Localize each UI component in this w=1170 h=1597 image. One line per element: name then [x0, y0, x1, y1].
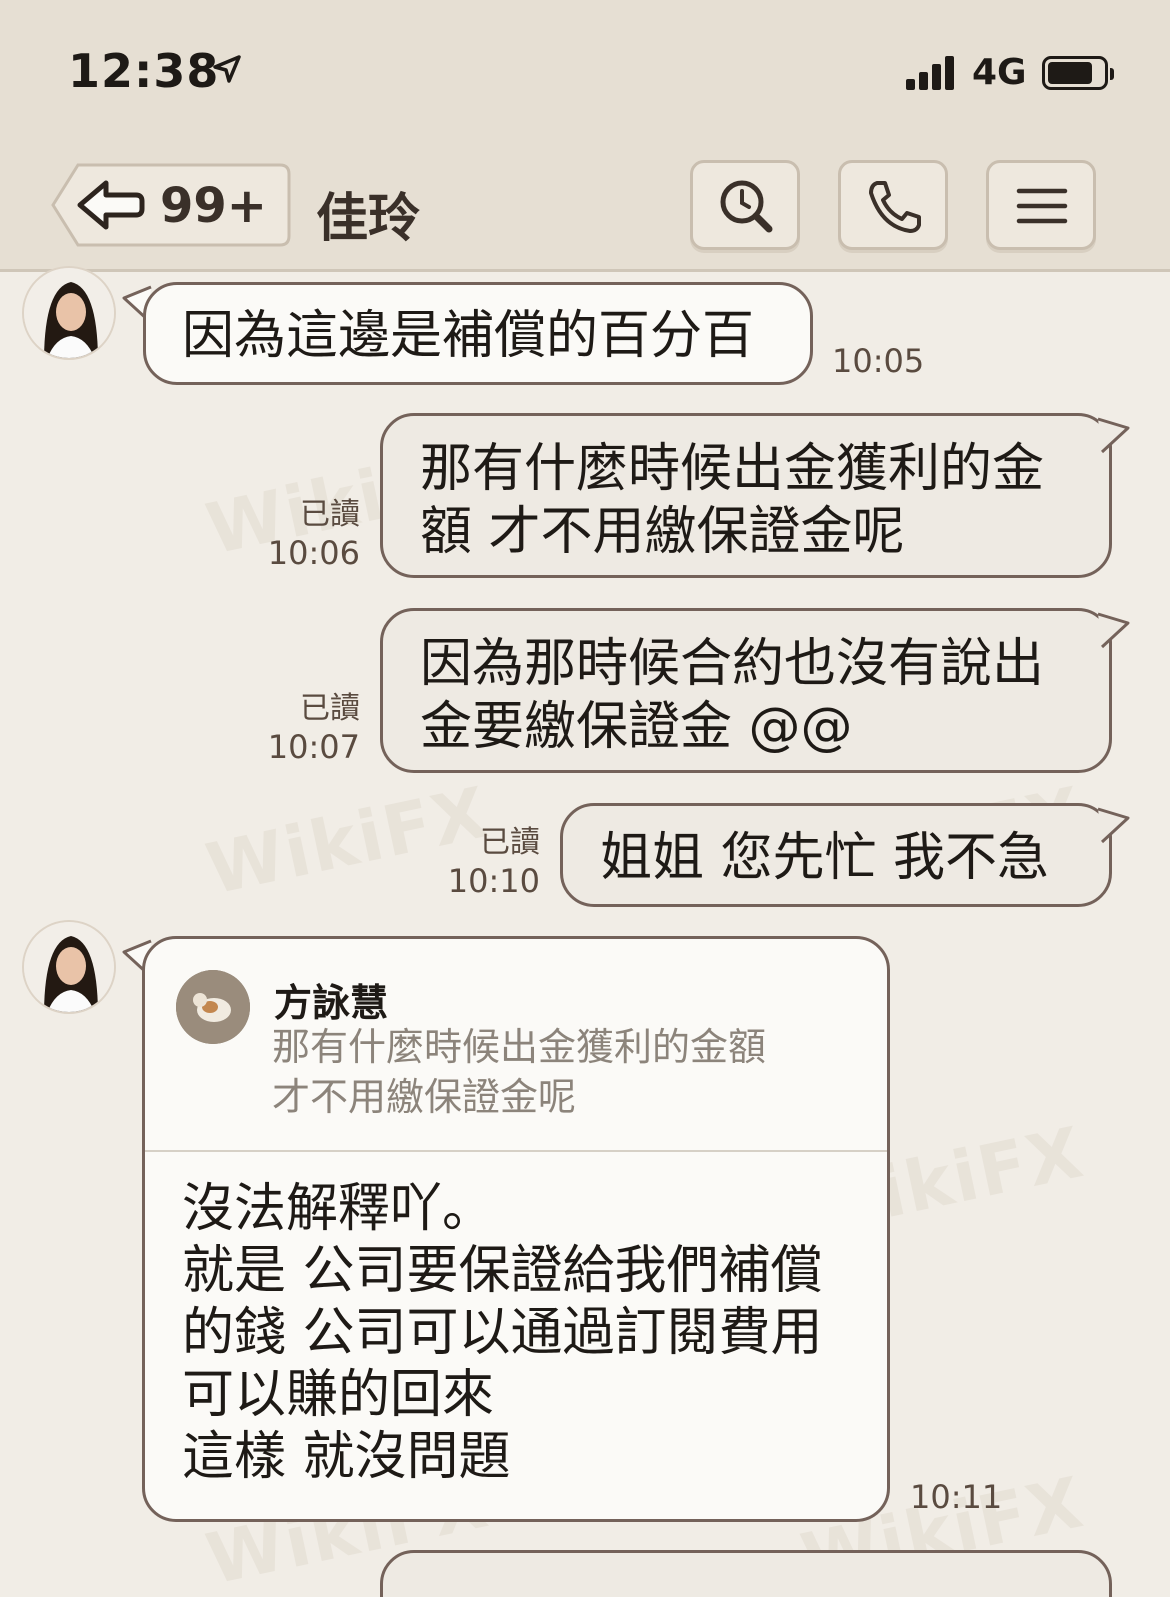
message-meta: 已讀 10:06 [250, 496, 360, 572]
reply-message-text: 沒法解釋吖。 就是 公司要保證給我們補償 的錢 公司可以通過訂閱費用 可以賺的回… [182, 1178, 823, 1488]
search-button[interactable] [690, 160, 800, 250]
message-text-line: 額 才不用繳保證金呢 [420, 502, 905, 562]
message-text-line: 那有什麼時候出金獲利的金 [420, 439, 1045, 499]
message-meta: 已讀 10:07 [250, 690, 360, 766]
read-receipt: 已讀 [300, 691, 360, 726]
bubble-tail [1097, 612, 1130, 649]
message-time: 10:11 [910, 1478, 1003, 1516]
status-time: 12:38 [68, 44, 220, 98]
message-time: 10:07 [267, 728, 360, 766]
contact-name: 佳玲 [316, 189, 421, 249]
search-icon [720, 180, 773, 233]
call-button[interactable] [838, 160, 948, 250]
phone-icon [869, 181, 921, 233]
quoted-user-avatar [176, 970, 250, 1044]
message-text-line: 就是 公司要保證給我們補償 [182, 1241, 823, 1301]
network-type: 4G [972, 52, 1027, 93]
bubble-tail [1097, 417, 1130, 454]
message-text-line: 因為那時候合約也沒有說出 [420, 634, 1045, 694]
unread-count[interactable]: 99+ [160, 178, 267, 234]
message-bubble-sent-partial[interactable] [380, 1550, 1112, 1597]
message-time: 10:06 [267, 534, 360, 572]
read-receipt: 已讀 [300, 497, 360, 532]
message-meta: 已讀 10:10 [430, 824, 540, 900]
message-text-line: 的錢 公司可以通過訂閱費用 [182, 1303, 823, 1363]
top-bar: 12:38 4G 99+ 佳玲 [0, 0, 1170, 272]
contact-avatar[interactable] [22, 920, 116, 1014]
message-text-line: 這樣 就沒問題 [182, 1427, 511, 1487]
message-time: 10:05 [832, 342, 925, 380]
quoted-author: 方詠慧 [274, 981, 389, 1025]
quoted-message-line: 那有什麼時候出金獲利的金額 [272, 1025, 767, 1069]
signal-icon [906, 54, 958, 90]
chat-screen: WikiFX WikiFX WikiFX WikiFX WikiFX WikiF… [0, 0, 1170, 1597]
bubble-tail [1097, 807, 1130, 844]
message-text-line: 可以賺的回來 [182, 1365, 495, 1425]
message-text-line: 金要繳保證金 @@ [420, 697, 853, 757]
message-text: 因為這邊是補償的百分百 [182, 306, 755, 366]
menu-icon [1016, 188, 1068, 224]
menu-button[interactable] [986, 160, 1096, 250]
quoted-message-line: 才不用繳保證金呢 [272, 1075, 577, 1119]
quote-divider [145, 1150, 887, 1152]
location-arrow-icon [213, 55, 241, 83]
message-time: 10:10 [447, 862, 540, 900]
quoted-message[interactable]: 那有什麼時候出金獲利的金額 才不用繳保證金呢 [272, 1022, 766, 1122]
read-receipt: 已讀 [480, 825, 540, 860]
message-text-line: 沒法解釋吖。 [182, 1179, 495, 1239]
message-text: 姐姐 您先忙 我不急 [600, 828, 1050, 888]
contact-avatar[interactable] [22, 266, 116, 360]
battery-icon [1042, 56, 1114, 90]
